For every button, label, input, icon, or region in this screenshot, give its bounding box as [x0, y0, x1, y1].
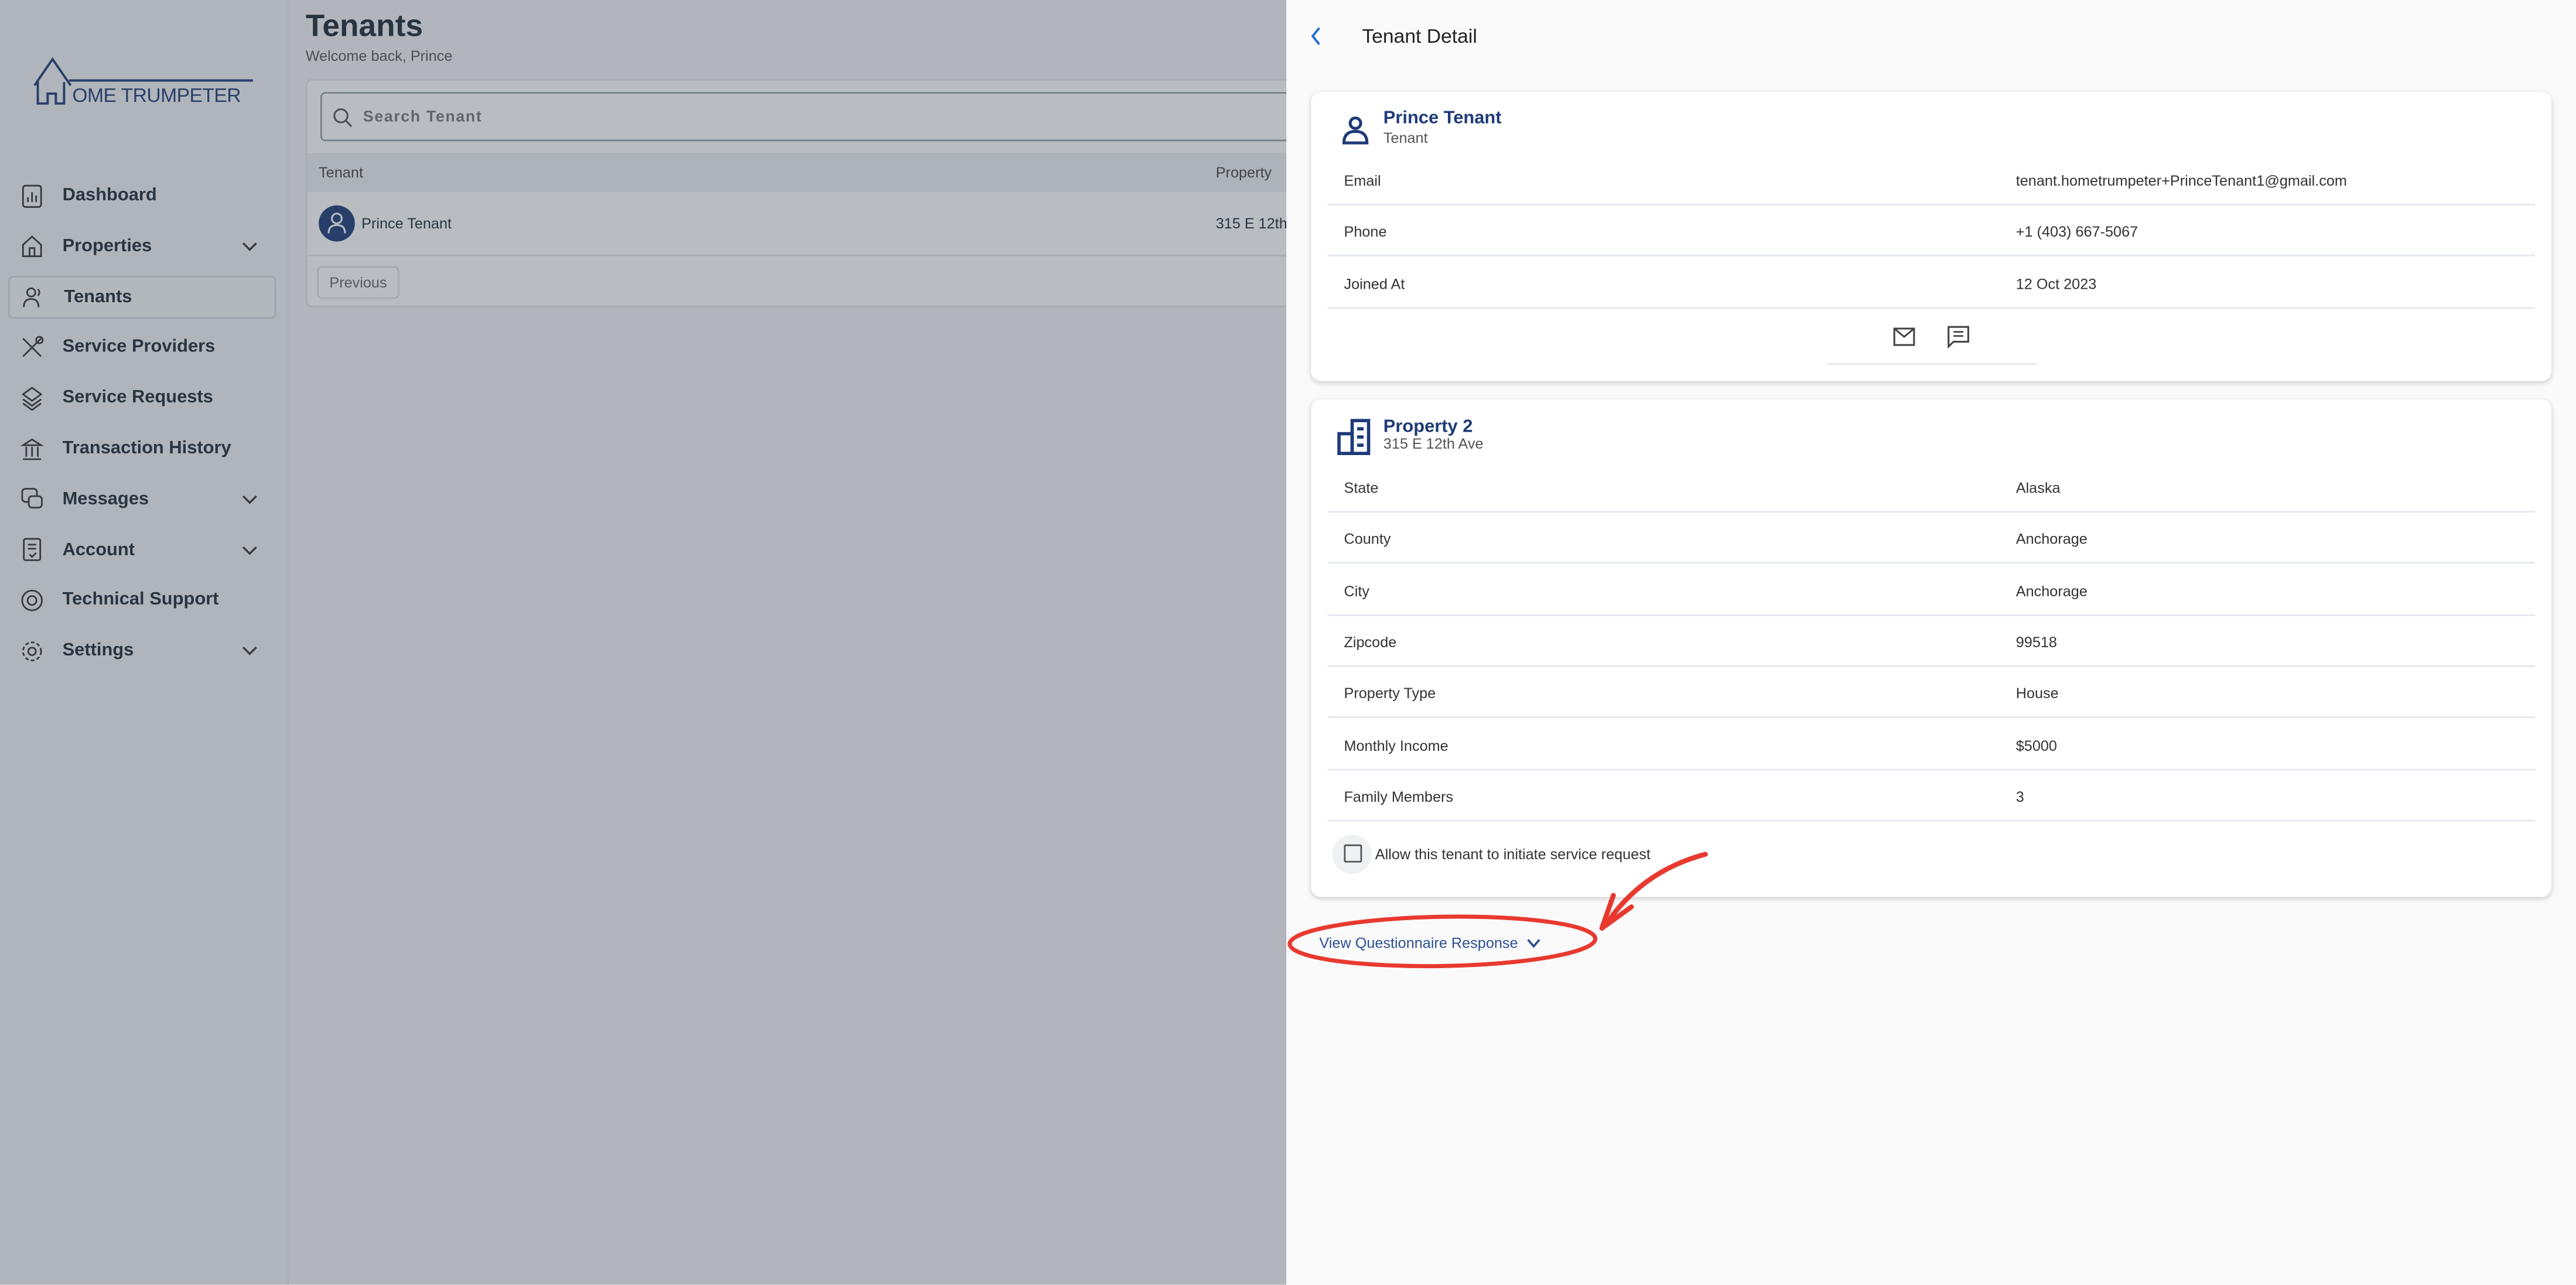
- detail-row-property-type: Property Type House: [1327, 667, 2536, 719]
- detail-row-email: Email tenant.hometrumpeter+PrinceTenant1@…: [1327, 155, 2536, 206]
- allow-service-request-checkbox[interactable]: [1332, 834, 1372, 874]
- allow-service-request-label: Allow this tenant to initiate service re…: [1375, 846, 1651, 863]
- user-icon: [1342, 116, 1369, 145]
- field-value: 99518: [2015, 634, 2057, 651]
- back-chevron-icon[interactable]: [1310, 26, 1323, 46]
- field-value: Anchorage: [2015, 531, 2088, 548]
- field-label: Monthly Income: [1344, 737, 1448, 754]
- field-label: City: [1344, 582, 1369, 599]
- detail-row-zipcode: Zipcode 99518: [1327, 616, 2536, 667]
- detail-row-city: City Anchorage: [1327, 565, 2536, 616]
- property-name: Property 2: [1383, 417, 1473, 438]
- field-label: Family Members: [1344, 788, 1454, 805]
- tenant-name: Prince Tenant: [1383, 108, 1502, 128]
- view-questionnaire-link[interactable]: View Questionnaire Response: [1319, 935, 1540, 951]
- property-address: 315 E 12th Ave: [1383, 435, 1484, 452]
- detail-row-family-members: Family Members 3: [1327, 770, 2536, 821]
- field-label: Joined At: [1344, 275, 1405, 292]
- field-value: Alaska: [2015, 480, 2061, 497]
- field-value: Anchorage: [2015, 582, 2088, 599]
- detail-row-joined-at: Joined At 12 Oct 2023: [1327, 257, 2536, 309]
- tenant-card: Prince Tenant Tenant Email tenant.hometru…: [1311, 92, 2552, 381]
- field-label: Email: [1344, 172, 1381, 189]
- detail-row-phone: Phone +1 (403) 667-5067: [1327, 206, 2536, 257]
- questionnaire-link-label: View Questionnaire Response: [1319, 935, 1518, 952]
- field-value: 12 Oct 2023: [2015, 275, 2097, 292]
- modal-backdrop[interactable]: [0, 0, 1287, 1285]
- detail-row-county: County Anchorage: [1327, 513, 2536, 564]
- field-value: tenant.hometrumpeter+PrinceTenant1@gmail…: [2015, 172, 2347, 189]
- building-icon: [1337, 419, 1371, 455]
- chevron-down-icon: [1527, 939, 1540, 948]
- tenant-detail-drawer: Tenant Detail Prince Tenant Tenant Email…: [1286, 0, 2576, 1285]
- property-card: Property 2 315 E 12th Ave State Alaska Cou…: [1311, 399, 2552, 897]
- detail-row-state: State Alaska: [1327, 462, 2536, 513]
- field-value: +1 (403) 667-5067: [2015, 224, 2138, 241]
- field-label: Phone: [1344, 224, 1387, 241]
- detail-row-monthly-income: Monthly Income $5000: [1327, 719, 2536, 770]
- tab-indicator: [1827, 363, 2038, 365]
- field-value: 3: [2015, 788, 2024, 805]
- email-icon[interactable]: [1892, 327, 1915, 347]
- field-value: $5000: [2015, 737, 2057, 754]
- tenant-role: Tenant: [1383, 129, 1428, 146]
- field-label: State: [1344, 480, 1379, 497]
- field-label: Zipcode: [1344, 634, 1397, 651]
- drawer-title: Tenant Detail: [1362, 25, 1477, 48]
- field-label: Property Type: [1344, 685, 1436, 702]
- field-label: County: [1344, 531, 1391, 548]
- field-value: House: [2015, 685, 2059, 702]
- message-icon[interactable]: [1947, 325, 1970, 348]
